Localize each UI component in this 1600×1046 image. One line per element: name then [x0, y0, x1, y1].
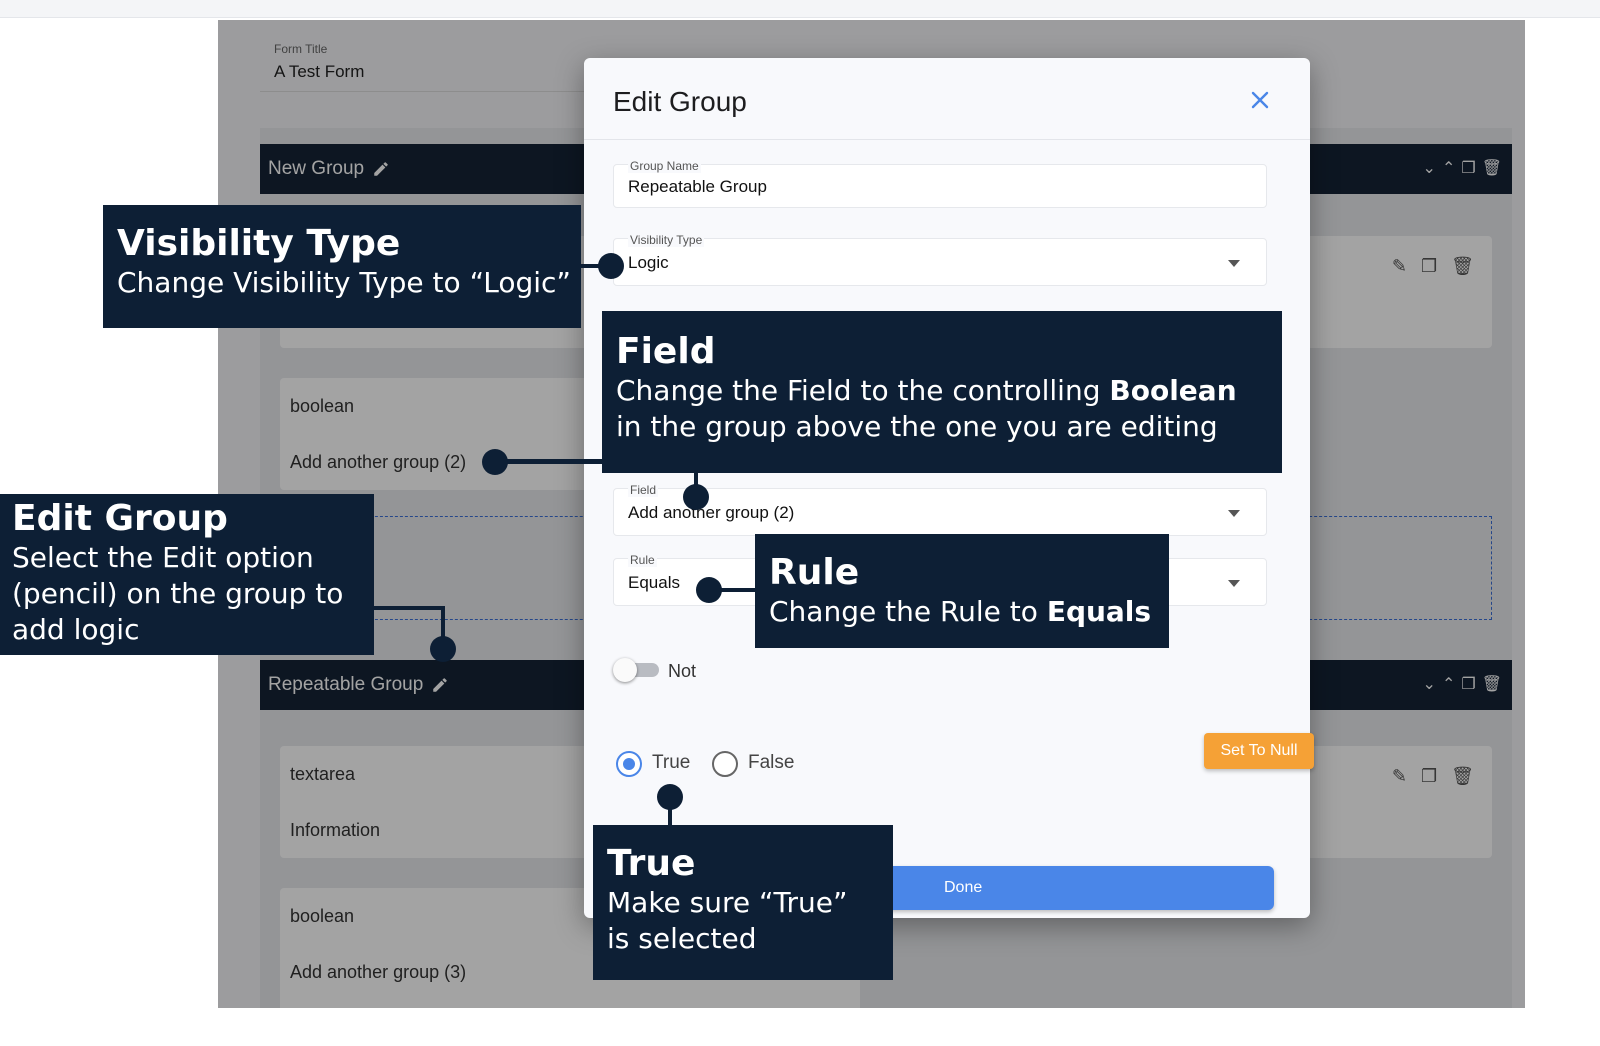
- not-toggle[interactable]: [613, 658, 659, 682]
- not-label: Not: [668, 661, 697, 681]
- visibility-type-value: Logic: [628, 253, 669, 272]
- connector-line: [495, 459, 603, 464]
- field-label: Field: [628, 483, 659, 497]
- callout-body-line-2: (pencil) on the group to: [12, 577, 344, 610]
- callout-title: Field: [616, 331, 716, 372]
- callout-body: Change the Rule to Equals: [769, 594, 1169, 630]
- connector-dot: [657, 784, 683, 810]
- callout-body-line-2: in the group above the one you are editi…: [616, 410, 1218, 443]
- field-select[interactable]: Field Add another group (2): [613, 483, 1267, 536]
- connector-line: [374, 606, 444, 610]
- chevron-down-icon: [1228, 260, 1240, 267]
- callout-bold-text: Equals: [1046, 595, 1152, 628]
- callout-field: Field Change the Field to the controllin…: [602, 311, 1282, 473]
- true-radio[interactable]: [616, 751, 642, 777]
- callout-title: Edit Group: [12, 498, 228, 539]
- field-value: Add another group (2): [628, 503, 795, 522]
- callout-body-line-1: Make sure “True”: [607, 886, 848, 919]
- false-label: False: [748, 752, 795, 773]
- callout-text: Change the Rule to: [769, 595, 1047, 628]
- callout-body-line-3: add logic: [12, 613, 140, 646]
- connector-dot: [482, 449, 508, 475]
- rule-value: Equals: [628, 573, 680, 592]
- callout-rule: Rule Change the Rule to Equals: [755, 534, 1169, 648]
- callout-body: Change Visibility Type to “Logic”: [117, 266, 571, 299]
- chevron-down-icon: [1228, 580, 1240, 587]
- connector-dot: [696, 577, 722, 603]
- set-to-null-button[interactable]: Set To Null: [1204, 733, 1314, 769]
- callout-title: Rule: [769, 552, 860, 593]
- connector-dot: [683, 484, 709, 510]
- callout-bold-text: Boolean: [1109, 374, 1237, 407]
- false-radio[interactable]: [712, 751, 738, 777]
- callout-body-line-1: Change the Field to the controlling Bool…: [616, 373, 1282, 409]
- callout-title: True: [607, 843, 696, 884]
- callout-title: Visibility Type: [117, 223, 401, 264]
- toggle-knob: [613, 658, 637, 682]
- dialog-header: Edit Group: [584, 58, 1310, 140]
- group-name-label: Group Name: [628, 159, 701, 173]
- callout-body-line-1: Select the Edit option: [12, 541, 314, 574]
- callout-edit-group: Edit Group Select the Edit option (penci…: [0, 494, 374, 655]
- dialog-title: Edit Group: [613, 86, 747, 117]
- rule-label: Rule: [628, 553, 657, 567]
- top-bar: [0, 0, 1600, 18]
- connector-dot: [598, 253, 624, 279]
- true-label: True: [652, 752, 691, 773]
- screen: Form Title A Test Form New Group ⌄ ⌃ ❐ 🗑…: [0, 0, 1600, 1046]
- connector-dot: [430, 636, 456, 662]
- visibility-type-select[interactable]: Visibility Type Logic: [613, 233, 1267, 286]
- callout-text: Change the Field to the controlling: [616, 374, 1110, 407]
- callout-body-line-2: is selected: [607, 922, 757, 955]
- chevron-down-icon: [1228, 510, 1240, 517]
- group-name-input[interactable]: Group Name Repeatable Group: [613, 159, 1267, 208]
- done-button[interactable]: Done: [870, 866, 1274, 910]
- group-name-value: Repeatable Group: [628, 177, 767, 196]
- callout-true: True Make sure “True” is selected: [593, 825, 893, 980]
- callout-visibility-type: Visibility Type Change Visibility Type t…: [103, 205, 581, 328]
- close-icon[interactable]: [1248, 88, 1272, 112]
- visibility-type-label: Visibility Type: [628, 233, 705, 247]
